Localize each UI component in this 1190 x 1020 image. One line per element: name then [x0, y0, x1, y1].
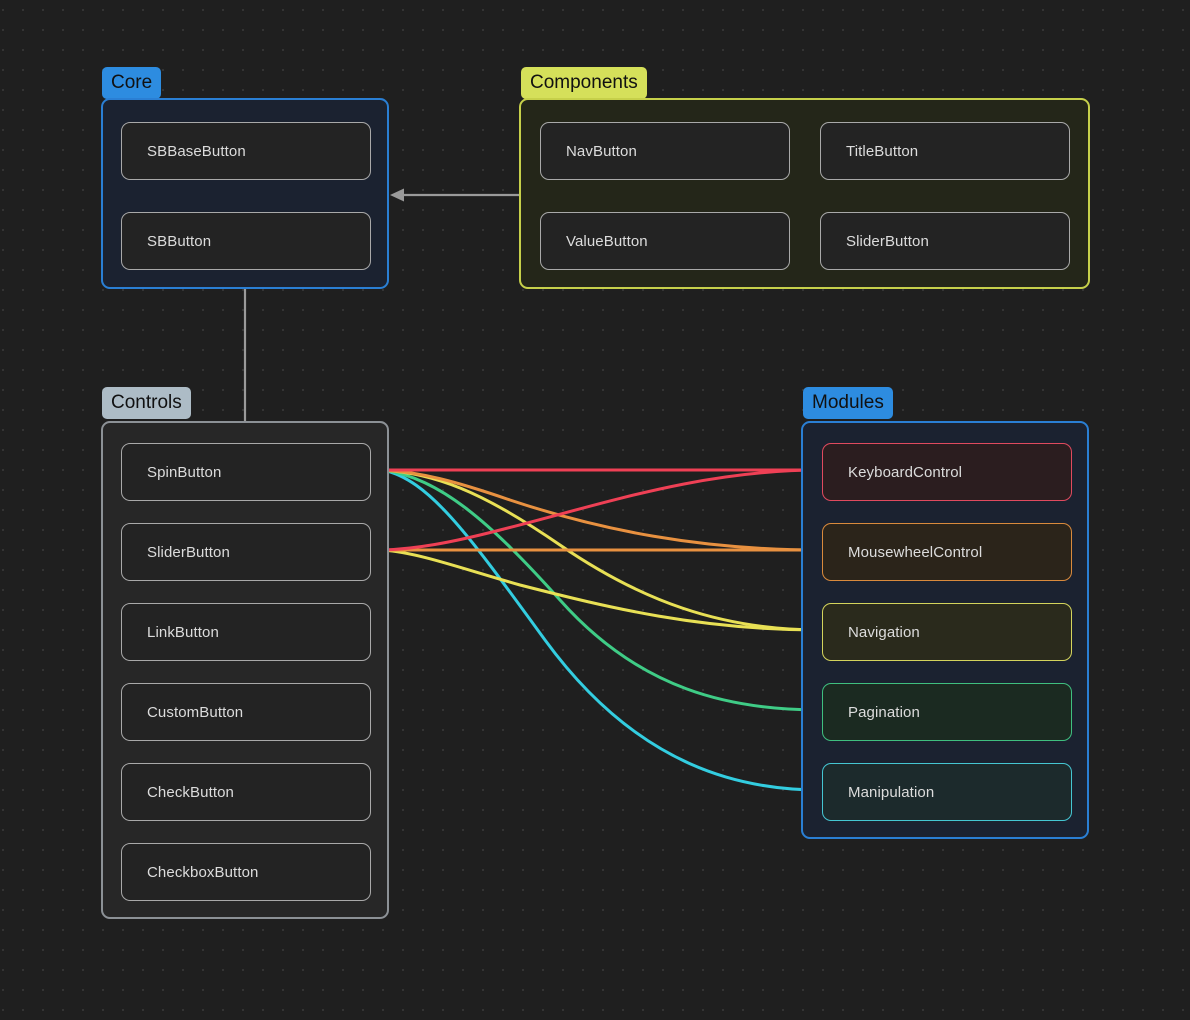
node-titlebutton[interactable]: TitleButton [820, 122, 1070, 180]
group-label-components: Components [521, 67, 647, 99]
edge-navigation-to-spinbutton [381, 468, 822, 632]
node-navbutton[interactable]: NavButton [540, 122, 790, 180]
edge-controls-to-sbbutton [238, 268, 252, 421]
node-label: CheckboxButton [147, 863, 259, 881]
node-label: ValueButton [566, 232, 648, 250]
edge-manipulation-to-spinbutton [381, 468, 822, 792]
group-components: NavButton TitleButton ValueButton Slider… [519, 98, 1090, 289]
node-label: Navigation [848, 623, 920, 641]
node-custombutton[interactable]: CustomButton [121, 683, 371, 741]
group-core: SBBaseButton SBButton [101, 98, 389, 289]
edge-mousewheelcontrol-to-spinbutton [381, 468, 822, 552]
group-label-controls: Controls [102, 387, 191, 419]
node-label: SpinButton [147, 463, 222, 481]
node-label: CustomButton [147, 703, 244, 721]
node-label: Pagination [848, 703, 920, 721]
node-label: SBBaseButton [147, 142, 246, 160]
diagram-canvas: Core SBBaseButton SBButton Components Na… [0, 0, 1190, 1020]
edge-components-to-core [390, 188, 519, 202]
node-pagination[interactable]: Pagination [822, 683, 1072, 741]
node-label: SliderButton [147, 543, 230, 561]
node-checkbutton[interactable]: CheckButton [121, 763, 371, 821]
node-label: NavButton [566, 142, 637, 160]
node-linkbutton[interactable]: LinkButton [121, 603, 371, 661]
node-label: SliderButton [846, 232, 929, 250]
node-mousewheelcontrol[interactable]: MousewheelControl [822, 523, 1072, 581]
node-spinbutton[interactable]: SpinButton [121, 443, 371, 501]
node-manipulation[interactable]: Manipulation [822, 763, 1072, 821]
node-sliderbutton-control[interactable]: SliderButton [121, 523, 371, 581]
node-valuebutton[interactable]: ValueButton [540, 212, 790, 270]
edge-navigation-to-sliderbutton [381, 548, 822, 632]
node-label: CheckButton [147, 783, 234, 801]
node-keyboardcontrol[interactable]: KeyboardControl [822, 443, 1072, 501]
group-label-core: Core [102, 67, 162, 99]
node-sliderbutton-component[interactable]: SliderButton [820, 212, 1070, 270]
node-label: LinkButton [147, 623, 219, 641]
group-controls: SpinButton SliderButton LinkButton Custo… [101, 421, 389, 919]
group-label-modules: Modules [803, 387, 893, 419]
node-label: MousewheelControl [848, 543, 983, 561]
node-checkboxbutton[interactable]: CheckboxButton [121, 843, 371, 901]
node-sbbasebutton[interactable]: SBBaseButton [121, 122, 371, 180]
node-label: SBButton [147, 232, 212, 250]
node-label: TitleButton [846, 142, 919, 160]
group-modules: KeyboardControl MousewheelControl Naviga… [801, 421, 1089, 839]
edge-pagination-to-spinbutton [381, 468, 822, 712]
edge-keyboardcontrol-to-sliderbutton [381, 468, 822, 552]
node-sbbutton[interactable]: SBButton [121, 212, 371, 270]
node-navigation[interactable]: Navigation [822, 603, 1072, 661]
node-label: KeyboardControl [848, 463, 963, 481]
node-label: Manipulation [848, 783, 935, 801]
